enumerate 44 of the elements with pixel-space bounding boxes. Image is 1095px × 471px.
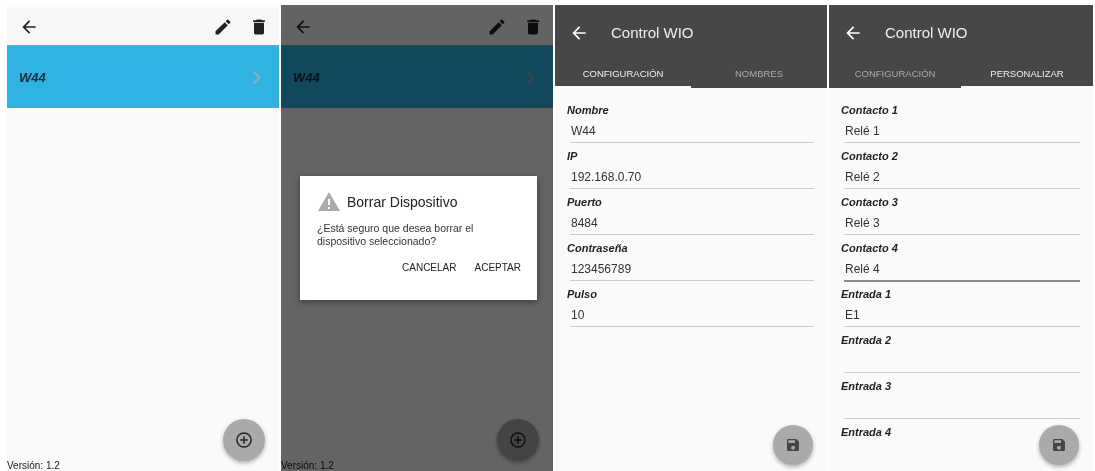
plus-icon	[234, 430, 254, 450]
app-title: Control WIO	[885, 24, 968, 41]
app-title: Control WIO	[611, 24, 694, 41]
input-field[interactable]: 123456789	[570, 256, 814, 281]
chevron-icon	[253, 70, 261, 84]
field-label: Contacto 1	[841, 103, 898, 118]
field-label: Contacto 4	[841, 241, 898, 256]
device-list-item[interactable]: W44	[7, 46, 279, 108]
input-field[interactable]: 10	[570, 302, 814, 327]
tab[interactable]: CONFIGURACIÓN	[829, 60, 961, 88]
field-label: Entrada 2	[841, 333, 892, 348]
input-field[interactable]: W44	[570, 118, 814, 143]
field-label: Contacto 3	[841, 195, 898, 210]
input-field[interactable]: E1	[844, 302, 1080, 327]
dialog-button[interactable]: ACEPTAR	[474, 262, 521, 273]
field-label: Entrada 3	[841, 379, 892, 394]
input-field[interactable]: Relé 4	[844, 256, 1080, 282]
field-label: Entrada 1	[841, 287, 892, 302]
field-label: IP	[567, 149, 578, 164]
chevron-icon	[527, 70, 535, 84]
version-label: Versión: 1.2	[281, 460, 334, 471]
field-label: Nombre	[567, 103, 609, 118]
save-button[interactable]	[773, 425, 813, 465]
input-field[interactable]: Relé 3	[844, 210, 1080, 235]
tab[interactable]: CONFIGURACIÓN	[555, 60, 691, 88]
add-button[interactable]	[223, 419, 265, 461]
dialog-button[interactable]: CANCELAR	[402, 262, 457, 273]
version-label: Versión: 1.2	[7, 460, 60, 471]
field-label: Entrada 4	[841, 425, 892, 440]
input-field[interactable]: 192.168.0.70	[570, 164, 814, 189]
input-field[interactable]: Relé 1	[844, 118, 1080, 143]
plus-icon	[508, 430, 528, 450]
dialog-message: ¿Está seguro que desea borrar el dispositivo seleccionado?	[317, 222, 475, 248]
input-field[interactable]: Relé 2	[844, 164, 1080, 189]
field-label: Puerto	[567, 195, 602, 210]
field-label: Contraseña	[567, 241, 628, 256]
tab[interactable]: PERSONALIZAR	[961, 60, 1093, 88]
field-label: Contacto 2	[841, 149, 898, 164]
save-button[interactable]	[1039, 425, 1079, 465]
warning-icon	[317, 190, 341, 214]
dialog-title: Borrar Dispositivo	[347, 194, 458, 210]
input-field[interactable]: 8484	[570, 210, 814, 235]
tab[interactable]: NOMBRES	[691, 60, 827, 88]
field-label: Pulso	[567, 287, 597, 302]
